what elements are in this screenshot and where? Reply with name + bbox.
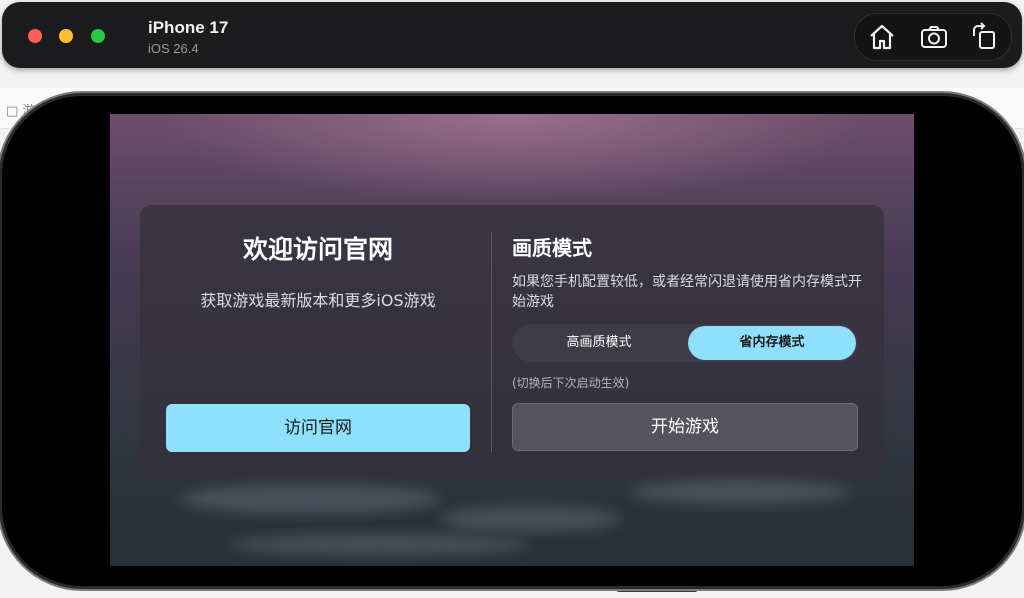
website-subtitle: 获取游戏最新版本和更多iOS游戏 (200, 291, 436, 310)
visit-website-button[interactable]: 访问官网 (166, 404, 470, 452)
home-icon (870, 24, 894, 50)
zoom-window-button[interactable] (91, 29, 105, 43)
high-quality-option[interactable]: 高画质模式 (514, 326, 684, 360)
simulator-title-bar: iPhone 17 iOS 26.4 (2, 2, 1022, 68)
home-button[interactable] (867, 22, 897, 52)
restart-note: (切换后下次启动生效) (512, 376, 630, 390)
minimize-window-button[interactable] (59, 29, 73, 43)
device-name: iPhone 17 (148, 18, 229, 37)
start-game-button[interactable]: 开始游戏 (512, 403, 858, 451)
rotate-icon (973, 22, 995, 49)
panel-divider (491, 232, 492, 452)
water-ripple (230, 534, 530, 556)
water-ripple (630, 480, 850, 504)
power-button (616, 586, 698, 592)
screenshot-icon (921, 26, 947, 48)
simulator-toolbar (854, 13, 1012, 61)
quality-mode-description: 如果您手机配置较低，或者经常闪退请使用省内存模式开始游戏 (512, 274, 862, 310)
memory-saving-option[interactable]: 省内存模式 (688, 326, 856, 360)
rotate-button[interactable] (969, 22, 999, 52)
quality-mode-selector: 高画质模式 省内存模式 (512, 324, 858, 362)
screenshot-button[interactable] (919, 22, 949, 52)
close-window-button[interactable] (28, 29, 42, 43)
water-ripple (440, 506, 620, 532)
water-ripple (180, 484, 440, 514)
device-os-version: iOS 26.4 (148, 41, 199, 56)
website-title: 欢迎访问官网 (242, 235, 393, 264)
quality-mode-title: 画质模式 (512, 236, 592, 260)
